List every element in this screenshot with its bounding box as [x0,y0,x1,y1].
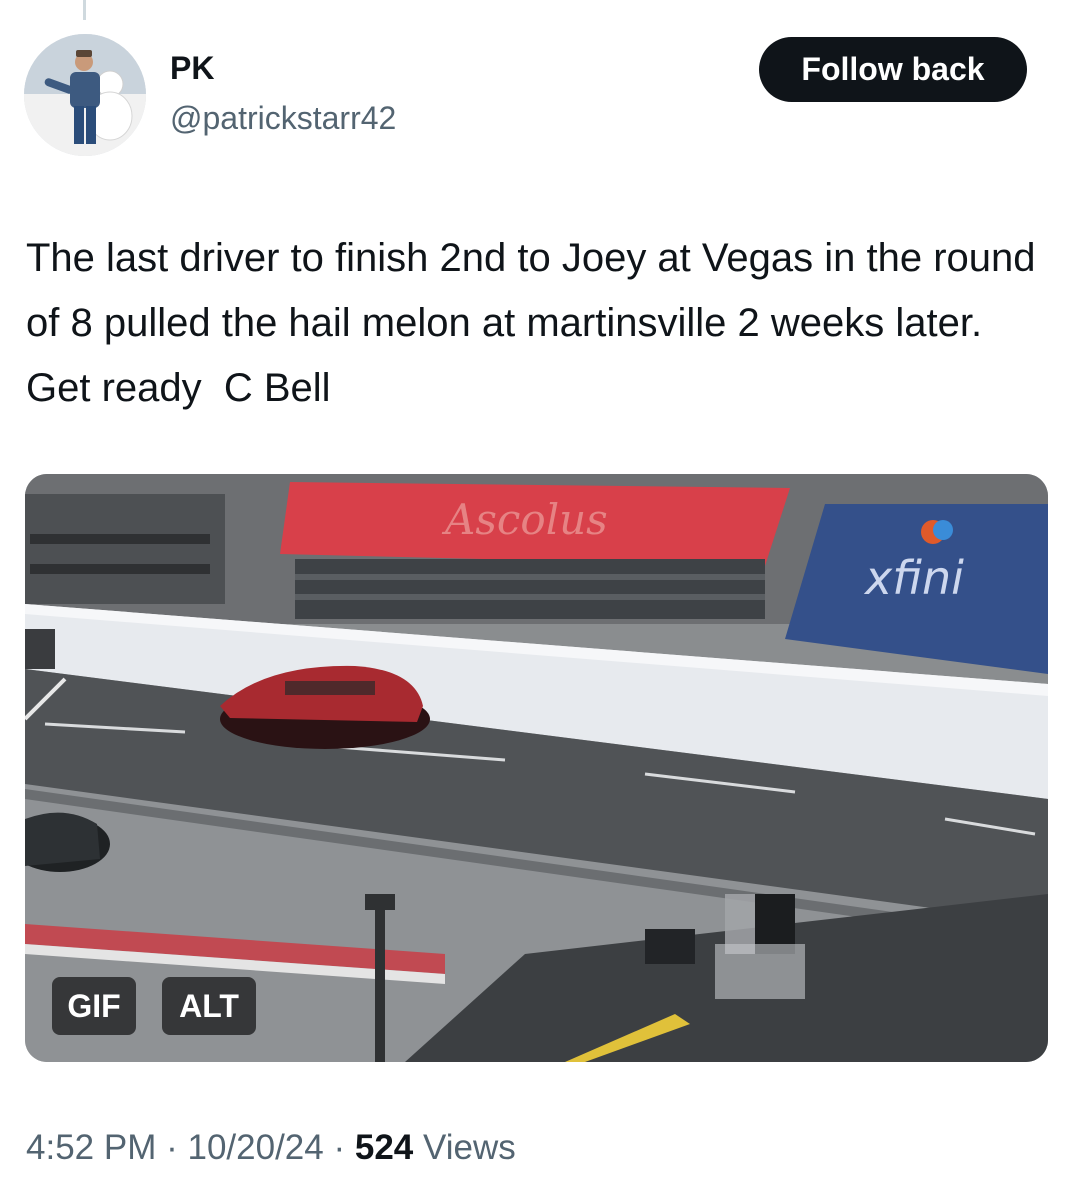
race-track-scene-image: Ascolus xfini [25,474,1048,1062]
svg-text:Ascolus: Ascolus [441,495,608,544]
author-display-name[interactable]: PK [170,50,214,87]
avatar[interactable] [24,34,146,156]
views-count[interactable]: 524 [355,1128,413,1167]
tweet-text: The last driver to finish 2nd to Joey at… [26,236,1047,410]
meta-separator: · [166,1128,178,1167]
gif-badge: GIF [52,977,136,1035]
thread-connector-line [83,0,86,20]
sponsor-sign-text: xfini [863,551,964,605]
alt-text-button[interactable]: ALT [162,977,256,1035]
meta-separator: · [333,1128,346,1167]
user-avatar-photo-icon [24,34,146,156]
author-handle[interactable]: @patrickstarr42 [170,100,396,137]
tweet-metadata: 4:52 PM · 10/20/24 · 524 Views [26,1128,516,1168]
tweet-time[interactable]: 4:52 PM [26,1128,156,1167]
tweet-date[interactable]: 10/20/24 [187,1128,323,1167]
follow-back-button[interactable]: Follow back [759,37,1027,102]
tweet-media-gif[interactable]: Ascolus xfini [25,474,1048,1062]
views-label: Views [423,1128,516,1167]
